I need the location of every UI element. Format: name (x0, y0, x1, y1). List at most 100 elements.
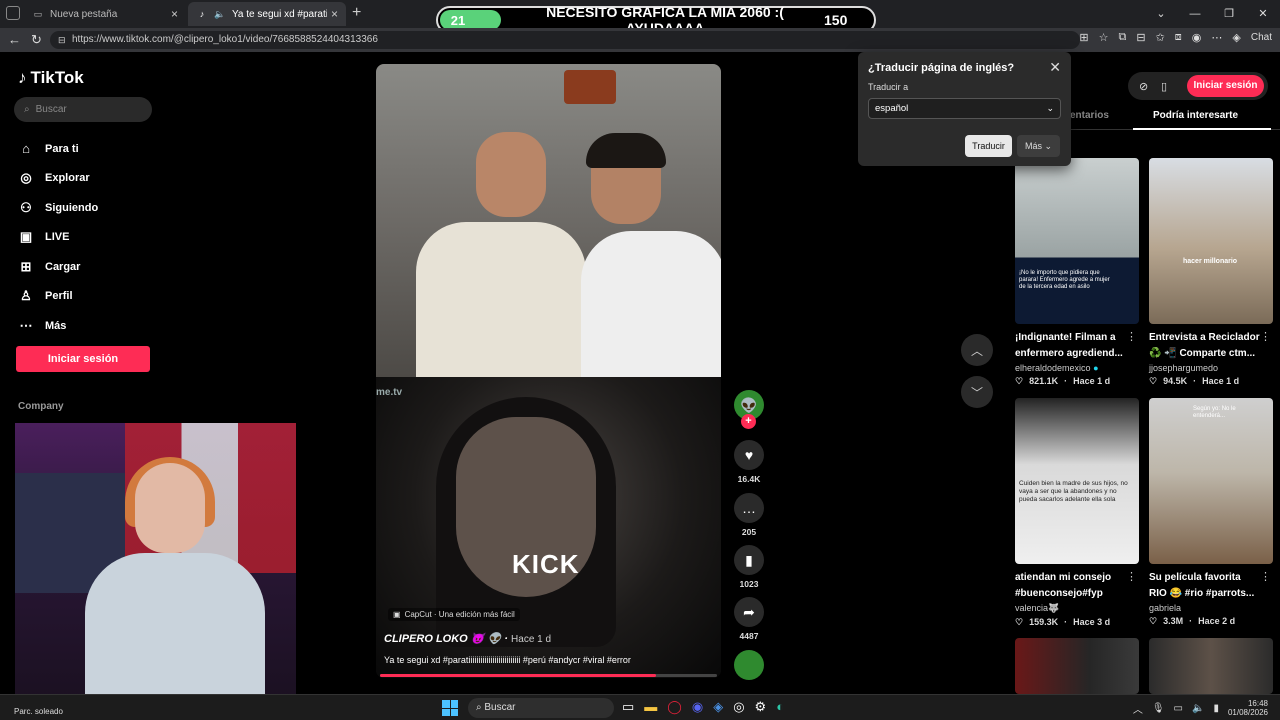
tiktok-logo[interactable]: ♪ TikTok (18, 68, 84, 88)
more-options-icon[interactable]: ⋮ (1126, 570, 1137, 583)
chat-button[interactable]: Chat (1251, 32, 1272, 43)
favorites-icon[interactable]: ✩ (1156, 31, 1165, 44)
view-count: 159.3K (1029, 617, 1059, 627)
tab-actions-menu[interactable] (6, 6, 20, 20)
split-screen-icon[interactable]: ⊟ (1136, 31, 1145, 44)
volume-icon[interactable]: 🔈 (1192, 703, 1204, 714)
collections-icon[interactable]: ⧈ (1175, 31, 1182, 44)
new-tab-button[interactable]: + (352, 4, 361, 22)
back-icon[interactable]: ← (8, 32, 21, 47)
close-icon[interactable]: ✕ (1049, 59, 1061, 76)
task-view-icon[interactable]: ▭ (622, 699, 634, 715)
weather-widget[interactable]: Parc. soleado (14, 707, 63, 716)
login-button-top[interactable]: Iniciar sesión (1187, 75, 1264, 97)
edge-icon[interactable]: ◐ (776, 699, 784, 715)
sidebar-item-perfil[interactable]: ♙ Perfil (18, 282, 98, 312)
close-window-button[interactable]: ✕ (1246, 0, 1280, 28)
sidebar-item-mas[interactable]: ⋯ Más (18, 311, 98, 341)
bookmark-icon: ▮ (734, 545, 764, 575)
next-video-button[interactable]: ﹀ (961, 376, 993, 408)
tab-title: Nueva pestaña (50, 8, 118, 20)
battery-icon[interactable]: ▮ (1213, 703, 1219, 714)
tab-title: Ya te segui xd #paratiiiiiiiiiiiii (232, 8, 327, 20)
translate-button[interactable]: Traducir (965, 135, 1012, 157)
site-info-icon[interactable]: ⊟ (58, 31, 66, 49)
recommended-video-card[interactable] (1149, 638, 1273, 694)
video-caption: Ya te segui xd #paratiiiiiiiiiiiiiiiiiii… (384, 655, 631, 665)
home-icon: ⌂ (22, 141, 30, 157)
tiktok-logo-text: TikTok (30, 68, 84, 87)
more-options-button[interactable]: Más ⌄ (1017, 135, 1060, 157)
card-author[interactable]: gabriela (1149, 603, 1273, 613)
like-action[interactable]: ♥ 16.4K (732, 440, 766, 484)
company-section-label[interactable]: Company (18, 401, 64, 412)
search-input[interactable]: ⌕ Buscar (14, 97, 152, 122)
more-options-icon[interactable]: ⋮ (1260, 570, 1271, 583)
video-progress-bar[interactable] (380, 674, 717, 677)
sidebar-item-para-ti[interactable]: ⌂ Para ti (18, 134, 98, 164)
app-icon[interactable]: ◈ (713, 699, 723, 715)
comment-action[interactable]: … 205 (732, 493, 766, 537)
sidebar-item-live[interactable]: ▣ LIVE (18, 223, 98, 253)
share-action[interactable]: ➦ 4487 (732, 597, 766, 641)
translate-page-popup: ¿Traducir página de inglés? ✕ Traducir a… (858, 52, 1071, 166)
upload-icon: ⊞ (20, 258, 32, 274)
recommended-video-card[interactable]: ¡No le importo que pidiera que parara! E… (1015, 158, 1139, 387)
more-options-icon[interactable]: ⋮ (1260, 330, 1271, 343)
chevron-up-icon[interactable]: ︿ (1133, 701, 1143, 716)
card-author[interactable]: elheraldodemexico ● (1015, 363, 1139, 373)
chrome-icon[interactable]: ◎ (733, 699, 744, 715)
file-explorer-icon[interactable]: ▬ (644, 699, 657, 715)
extensions-icon[interactable]: ⧉ (1119, 31, 1127, 44)
speaker-icon[interactable]: 🔈 (214, 8, 226, 20)
tab-new-tab[interactable]: ▭ Nueva pestaña × (24, 2, 186, 26)
microphone-icon[interactable]: 🎙 (1152, 703, 1165, 714)
phone-icon[interactable]: ▯ (1161, 80, 1167, 93)
taskbar-search[interactable]: ⌕ Buscar (468, 698, 614, 718)
url-field[interactable]: ⊟ https://www.tiktok.com/@clipero_loko1/… (50, 31, 1080, 49)
recommended-video-card[interactable] (1015, 638, 1139, 694)
discord-icon[interactable]: ◉ (692, 699, 703, 715)
translate-icon[interactable]: ⊞ (1079, 31, 1088, 44)
close-icon[interactable]: × (171, 7, 178, 21)
following-icon: ⚇ (20, 199, 32, 215)
more-options-icon[interactable]: ⋮ (1126, 330, 1137, 343)
maximize-button[interactable]: ❐ (1212, 0, 1246, 28)
profile-avatar[interactable]: ◉ (1192, 31, 1202, 44)
tab-tiktok-video[interactable]: ♪ 🔈 Ya te segui xd #paratiiiiiiiiiiiii × (188, 2, 346, 26)
capcut-badge[interactable]: ▣ CapCut · Una edición más fácil (388, 608, 520, 621)
card-stats: ♡ 821.1K · Hace 1 d (1015, 376, 1111, 386)
recommended-video-card[interactable]: Cuiden bien la madre de sus hijos, no va… (1015, 398, 1139, 628)
network-icon[interactable]: ▭ (1174, 703, 1183, 714)
coins-icon[interactable]: ⊘ (1139, 80, 1148, 93)
chevron-down-icon[interactable]: ⌄ (1144, 0, 1178, 28)
login-button[interactable]: Iniciar sesión (16, 346, 150, 372)
start-button[interactable] (442, 700, 458, 716)
favorite-icon[interactable]: ☆ (1099, 31, 1109, 44)
music-disc-avatar[interactable] (734, 650, 764, 680)
card-author[interactable]: valencia🐺 (1015, 603, 1139, 614)
copilot-icon[interactable]: ◈ (1232, 31, 1240, 44)
sidebar-item-cargar[interactable]: ⊞ Cargar (18, 252, 98, 282)
settings-icon[interactable]: ⚙ (755, 699, 767, 715)
reload-icon[interactable]: ↻ (31, 32, 42, 48)
streamer-webcam (15, 423, 296, 709)
sidebar-item-siguiendo[interactable]: ⚇ Siguiendo (18, 193, 98, 223)
save-action[interactable]: ▮ 1023 (732, 545, 766, 589)
language-select[interactable]: español ⌄ (868, 98, 1061, 119)
more-icon[interactable]: ⋯ (1211, 31, 1222, 44)
minimize-button[interactable]: — (1178, 0, 1212, 28)
previous-video-button[interactable]: ︿ (961, 334, 993, 366)
recommended-video-card[interactable]: hacer millonario ⋮ Entrevista a Reciclad… (1149, 158, 1273, 387)
tab-comments[interactable]: entarios (1070, 110, 1109, 121)
tab-you-may-like[interactable]: Podría interesarte (1153, 110, 1238, 121)
sidebar-item-explorar[interactable]: ◎ Explorar (18, 164, 98, 194)
clock[interactable]: 16:48 01/08/2026 (1228, 699, 1268, 717)
video-player[interactable]: me.tv KICK ▣ CapCut · Una edición más fá… (376, 64, 721, 678)
video-author[interactable]: CLIPERO LOKO 😈 👽 · Hace 1 d (384, 632, 551, 645)
card-author[interactable]: jjosephargumedo (1149, 363, 1273, 373)
close-icon[interactable]: × (331, 7, 338, 21)
follow-button[interactable]: + (741, 414, 756, 429)
opera-icon[interactable]: ◯ (667, 699, 682, 715)
recommended-video-card[interactable]: Según yo: No le entenderá... ⋮ Su pelícu… (1149, 398, 1273, 627)
